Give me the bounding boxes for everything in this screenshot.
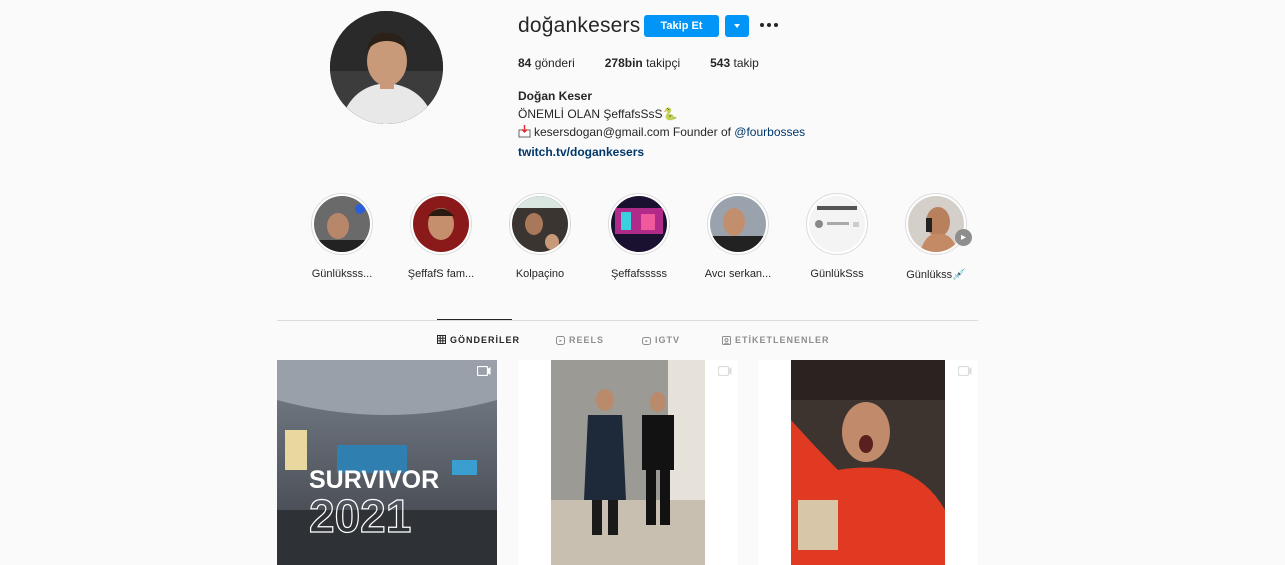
tab-igtv[interactable]: IGTV (642, 320, 698, 360)
following-count: 543 (710, 56, 731, 70)
tab-label: GÖNDERİLER (450, 334, 521, 345)
followers-stat[interactable]: 278bin takipçi (605, 56, 680, 70)
following-label: takip (733, 56, 759, 70)
reels-icon (556, 335, 565, 345)
highlight-ring (905, 193, 967, 255)
bio-mention-link[interactable]: @fourbosses (734, 125, 805, 139)
chevron-right-icon: ▸ (960, 232, 967, 243)
bio-website-link[interactable]: twitch.tv/dogankesers (518, 143, 805, 161)
highlight-ring (806, 193, 868, 255)
profile-full-name: Doğan Keser (518, 89, 593, 103)
highlight-label: Şeffafsssss (610, 268, 668, 280)
followers-count: 278bin (604, 56, 643, 70)
highlight-item[interactable]: ŞeffafS fam... (391, 193, 491, 280)
dot (767, 23, 771, 27)
highlight-ring (608, 193, 670, 255)
avatar-image (330, 11, 443, 124)
highlight-cover (710, 196, 766, 252)
grid-icon (437, 335, 446, 344)
profile-username: doğankesers (518, 14, 641, 37)
chevron-down-icon (734, 24, 740, 28)
post-image (518, 360, 738, 565)
tab-label: ETİKETLENENLER (735, 335, 830, 345)
video-icon (477, 366, 491, 376)
highlight-cover (314, 196, 370, 252)
video-icon (718, 366, 732, 376)
profile-avatar[interactable] (330, 11, 443, 124)
highlight-item[interactable]: GünlükSss (787, 193, 887, 280)
tab-tagged[interactable]: ETİKETLENENLER (722, 320, 830, 360)
highlight-cover (413, 196, 469, 252)
highlight-label: Kolpaçino (515, 268, 565, 280)
highlight-item[interactable]: Günlüksss... (292, 193, 392, 280)
post-image (758, 360, 978, 565)
highlight-ring (410, 193, 472, 255)
tagged-icon (722, 335, 731, 345)
post-tile[interactable] (518, 360, 738, 565)
more-options-button[interactable] (760, 16, 778, 34)
highlight-cover (908, 196, 964, 252)
highlight-cover (512, 196, 568, 252)
igtv-icon (642, 336, 651, 345)
tab-posts[interactable]: GÖNDERİLER (437, 319, 519, 359)
highlight-cover (611, 196, 667, 252)
dot (760, 23, 764, 27)
post-tile[interactable]: SURVIVOR 2021 (277, 360, 497, 565)
highlight-item[interactable]: Avcı serkan... (688, 193, 788, 280)
posts-stat: 84 gönderi (518, 56, 575, 70)
profile-tabs: GÖNDERİLER REELS IGTV ETİKETLENENLER (437, 319, 830, 360)
tab-label: REELS (569, 335, 605, 345)
follow-button[interactable]: Takip Et (644, 15, 719, 37)
highlight-label: ŞeffafS fam... (407, 268, 475, 280)
profile-bio: Doğan Keser ÖNEMLİ OLAN ŞeffafsSsS🐍 kese… (518, 87, 805, 161)
posts-label: gönderi (534, 56, 575, 70)
highlight-ring (509, 193, 571, 255)
highlight-ring (707, 193, 769, 255)
highlight-item[interactable]: Şeffafsssss (589, 193, 689, 280)
post-tile[interactable] (758, 360, 978, 565)
bio-email-line: kesersdogan@gmail.com Founder of @fourbo… (518, 123, 805, 143)
post-overlay-text: 2021 (309, 490, 411, 542)
highlights-next-button[interactable]: ▸ (955, 229, 972, 246)
highlight-label: Avcı serkan... (704, 268, 772, 280)
highlight-label: Günlükss💉 (906, 269, 966, 281)
bio-line: ÖNEMLİ OLAN ŞeffafsSsS🐍 (518, 107, 678, 121)
highlight-item[interactable]: Kolpaçino (490, 193, 590, 280)
highlight-cover (809, 196, 865, 252)
dot (774, 23, 778, 27)
tab-reels[interactable]: REELS (556, 320, 616, 360)
bio-email-text: kesersdogan@gmail.com Founder of (534, 125, 735, 139)
followers-label: takipçi (646, 56, 681, 70)
highlight-ring (311, 193, 373, 255)
tab-label: IGTV (655, 335, 681, 345)
inbox-tray-icon (518, 125, 531, 143)
suggestions-dropdown-button[interactable] (725, 15, 749, 37)
video-icon (958, 366, 972, 376)
highlight-label: Günlüksss... (311, 268, 373, 280)
highlight-label: GünlükSss (810, 268, 864, 280)
profile-stats: 84 gönderi 278bin takipçi 543 takip (518, 56, 789, 70)
following-stat[interactable]: 543 takip (710, 56, 759, 70)
posts-count: 84 (518, 56, 532, 70)
post-image: SURVIVOR 2021 (277, 360, 497, 565)
